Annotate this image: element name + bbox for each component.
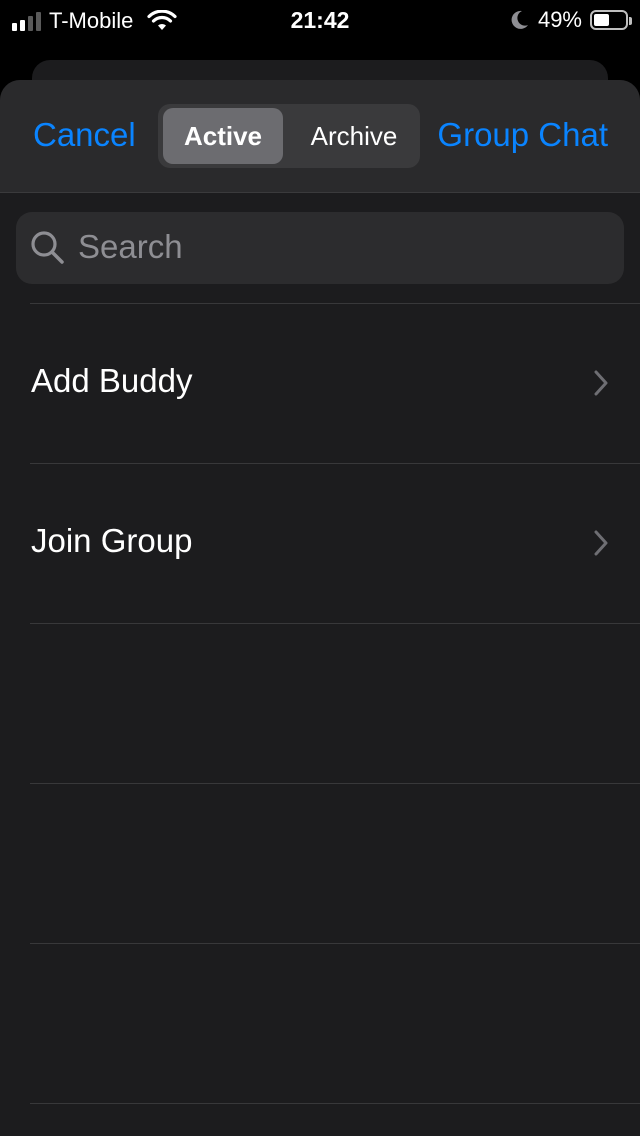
list-item-label: Add Buddy [31, 362, 193, 399]
chevron-right-icon [594, 370, 608, 396]
battery-percent: 49% [537, 7, 582, 32]
list-item-join-group[interactable]: Join Group [0, 464, 640, 623]
empty-row [0, 944, 640, 1103]
empty-row [0, 784, 640, 943]
moon-icon [511, 10, 528, 29]
status-bar: T-Mobile 21:42 49% [0, 0, 640, 40]
search-placeholder: Search [78, 228, 183, 265]
segmented-control[interactable]: Active Archive [158, 104, 420, 168]
modal-sheet: Cancel Active Archive Group Chat Search … [0, 80, 640, 1136]
battery-icon [590, 10, 632, 30]
chevron-right-icon [594, 530, 608, 556]
segment-archive[interactable]: Archive [288, 108, 420, 164]
segment-active[interactable]: Active [163, 108, 283, 164]
cancel-button[interactable]: Cancel [33, 116, 136, 154]
status-right: 49% [510, 7, 632, 33]
separator [30, 1103, 640, 1104]
menu-list: Add Buddy Join Group [0, 303, 640, 1104]
group-chat-button[interactable]: Group Chat [437, 116, 608, 154]
empty-row [0, 624, 640, 783]
search-icon [31, 231, 64, 264]
battery-fill [594, 14, 609, 26]
list-item-label: Join Group [31, 522, 193, 559]
search-input[interactable]: Search [16, 212, 624, 284]
navigation-bar: Cancel Active Archive Group Chat [0, 80, 640, 193]
list-item-add-buddy[interactable]: Add Buddy [0, 304, 640, 463]
battery-cap [629, 17, 632, 25]
